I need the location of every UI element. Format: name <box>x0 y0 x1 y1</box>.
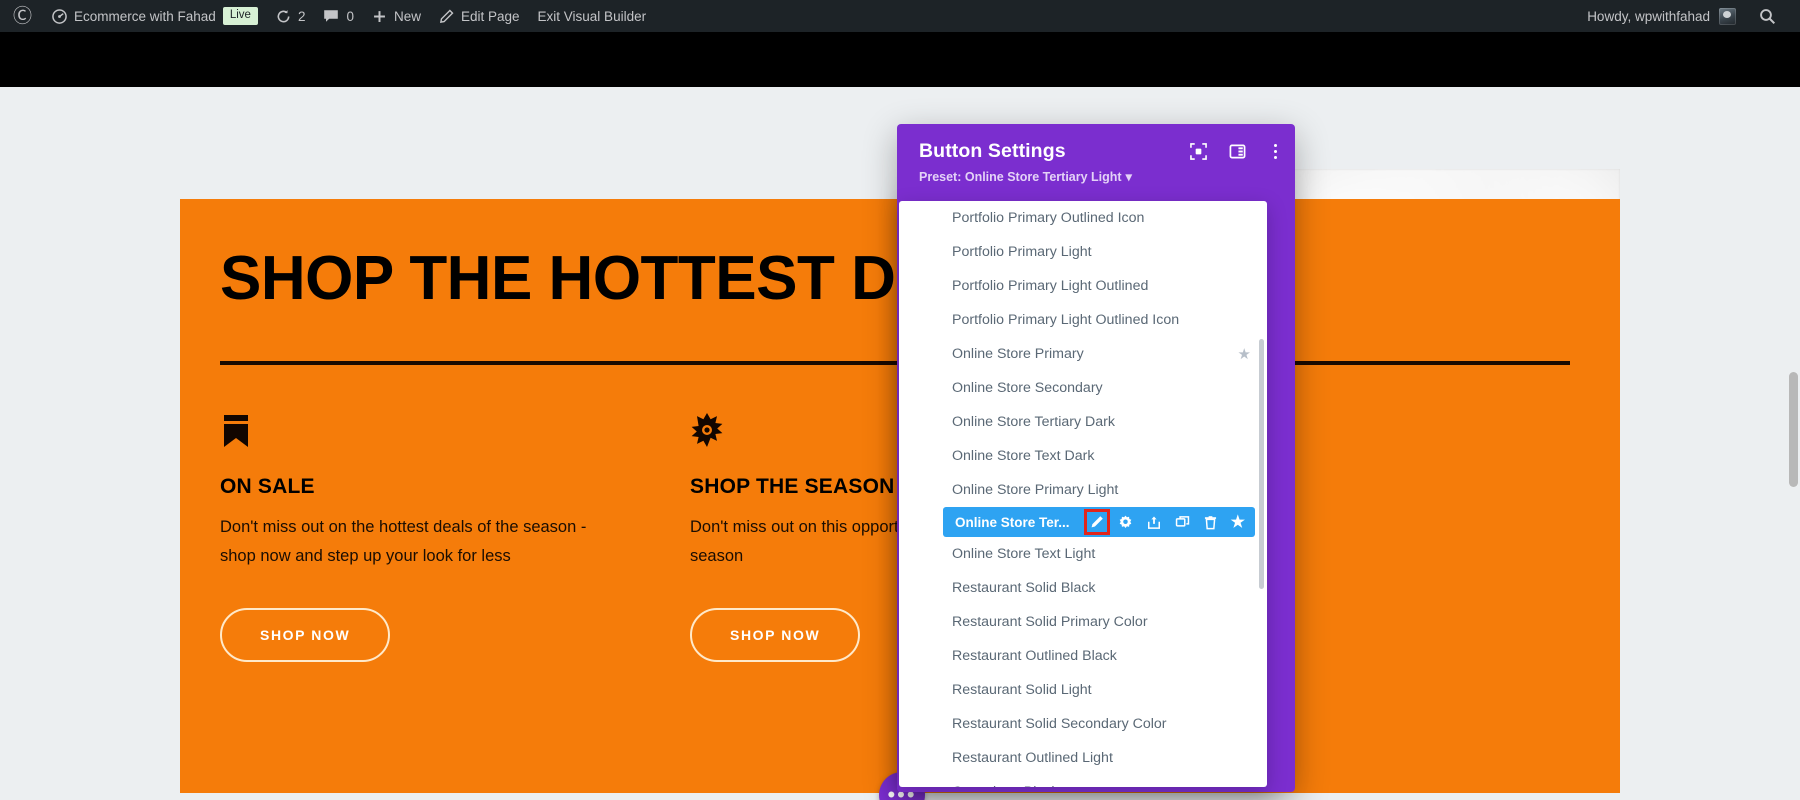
my-account-item[interactable]: Howdy, wpwithfahad <box>1578 0 1745 32</box>
page-top-black-strip <box>0 32 1800 87</box>
preset-item-label: Portfolio Primary Light Outlined Icon <box>952 312 1180 328</box>
list-item[interactable]: Online Store Primary Light <box>899 473 1267 507</box>
preset-item-label: Online Store Primary <box>952 346 1084 362</box>
site-name-item[interactable]: Ecommerce with Fahad Live <box>43 0 267 32</box>
list-item[interactable]: Restaurant Outlined Light <box>899 741 1267 775</box>
focus-target-icon[interactable] <box>1190 143 1207 160</box>
list-item[interactable]: Restaurant Solid Secondary Color <box>899 707 1267 741</box>
updates-icon <box>276 9 291 24</box>
panel-layout-icon[interactable] <box>1229 143 1246 160</box>
preset-item-label: Restaurant Solid Black <box>952 580 1096 596</box>
pencil-icon <box>439 9 454 24</box>
live-badge: Live <box>222 7 258 25</box>
modal-header: Button Settings Preset: Online Store Ter… <box>897 124 1295 206</box>
list-item[interactable]: Portfolio Primary Light <box>899 235 1267 269</box>
preset-selector[interactable]: Preset: Online Store Tertiary Light ▾ <box>919 169 1281 185</box>
bookmark-icon <box>220 413 640 457</box>
preset-item-label: Portfolio Primary Outlined Icon <box>952 210 1145 226</box>
avatar <box>1719 7 1736 25</box>
plus-icon <box>372 9 387 24</box>
wp-admin-bar: Ⓒ Ecommerce with Fahad Live 2 0 New Edit… <box>0 0 1800 32</box>
preset-item-label: Online Store Text Light <box>952 546 1096 562</box>
page-viewport: Shop the hottest deals On Sale Do <box>0 32 1800 800</box>
screen-root: Ⓒ Ecommerce with Fahad Live 2 0 New Edit… <box>0 0 1800 800</box>
preset-item-actions: ★ <box>1083 509 1245 535</box>
preset-item-label: Consultant Black <box>952 784 1058 787</box>
preset-item-label: Restaurant Outlined Light <box>952 750 1113 766</box>
list-item[interactable]: Restaurant Solid Black <box>899 571 1267 605</box>
modal-header-actions <box>1190 142 1283 161</box>
edit-page-item[interactable]: Edit Page <box>430 0 529 32</box>
howdy-label: Howdy, wpwithfahad <box>1587 8 1710 24</box>
admin-bar-right: Howdy, wpwithfahad <box>1578 0 1800 32</box>
preset-dropdown-list: Portfolio Primary Outlined Icon Portfoli… <box>899 201 1267 787</box>
list-item[interactable]: Consultant Black <box>899 775 1267 787</box>
delete-trash-icon[interactable] <box>1204 515 1217 530</box>
feature-description: Don't miss out on the hottest deals of t… <box>220 517 587 566</box>
feature-column-on-sale: On Sale Don't miss out on the hottest de… <box>220 413 690 662</box>
list-item[interactable]: Online Store Tertiary Dark <box>899 405 1267 439</box>
list-item-selected[interactable]: Online Store Ter... ★ <box>943 507 1255 537</box>
preset-item-label: Online Store Primary Light <box>952 482 1119 498</box>
shop-now-button[interactable]: Shop Now <box>690 607 861 662</box>
list-item[interactable]: Portfolio Primary Outlined Icon <box>899 201 1267 235</box>
shop-now-button[interactable]: Shop Now <box>220 607 391 662</box>
comment-icon <box>323 9 339 24</box>
exit-visual-builder-label: Exit Visual Builder <box>537 8 647 24</box>
wordpress-logo-icon[interactable]: Ⓒ <box>0 7 43 26</box>
chevron-down-icon: ▾ <box>1125 170 1132 184</box>
feature-columns: On Sale Don't miss out on the hottest de… <box>220 412 1560 662</box>
list-item[interactable]: Online Store Text Light <box>899 537 1267 571</box>
duplicate-icon[interactable] <box>1175 515 1190 529</box>
preset-label: Preset: Online Store Tertiary Light <box>919 169 1122 184</box>
site-name-label: Ecommerce with Fahad <box>74 8 216 24</box>
export-icon[interactable] <box>1147 515 1161 530</box>
favorite-star-icon[interactable]: ★ <box>1238 345 1251 363</box>
list-item[interactable]: Portfolio Primary Light Outlined Icon <box>899 303 1267 337</box>
list-item[interactable]: Restaurant Solid Light <box>899 673 1267 707</box>
preset-item-label: Restaurant Solid Light <box>952 682 1092 698</box>
favorite-star-icon[interactable]: ★ <box>1231 512 1245 532</box>
settings-gear-icon[interactable] <box>1118 515 1133 530</box>
preset-item-label: Online Store Tertiary Dark <box>952 414 1115 430</box>
list-item[interactable]: Online Store Secondary <box>899 371 1267 405</box>
list-item[interactable]: Restaurant Solid Primary Color <box>899 605 1267 639</box>
preset-item-label: Online Store Secondary <box>952 380 1103 396</box>
list-item[interactable]: Online Store Text Dark <box>899 439 1267 473</box>
preset-item-label: Portfolio Primary Light <box>952 244 1092 260</box>
search-icon[interactable] <box>1745 8 1786 25</box>
preset-item-label: Restaurant Outlined Black <box>952 648 1117 664</box>
updates-item[interactable]: 2 <box>267 0 315 32</box>
feature-title: On Sale <box>220 474 315 498</box>
comments-item[interactable]: 0 <box>314 0 363 32</box>
preset-item-label: Online Store Text Dark <box>952 448 1095 464</box>
exit-visual-builder-item[interactable]: Exit Visual Builder <box>529 0 656 32</box>
updates-count: 2 <box>297 8 306 24</box>
rename-pencil-icon[interactable] <box>1083 509 1110 535</box>
preset-item-label: Online Store Ter... <box>955 514 1070 530</box>
preset-dropdown-scrollbar[interactable] <box>1259 339 1264 589</box>
new-content-label: New <box>393 8 421 24</box>
dashboard-icon <box>52 8 67 24</box>
preset-item-label: Restaurant Solid Primary Color <box>952 614 1148 630</box>
kebab-menu-icon[interactable] <box>1268 142 1283 161</box>
comments-count: 0 <box>346 8 354 24</box>
list-item[interactable]: Portfolio Primary Light Outlined <box>899 269 1267 303</box>
preset-item-label: Portfolio Primary Light Outlined <box>952 278 1149 294</box>
preset-dropdown-scrollarea: Portfolio Primary Outlined Icon Portfoli… <box>899 201 1267 787</box>
button-settings-modal: Button Settings Preset: Online Store Ter… <box>897 124 1295 792</box>
preset-item-label: Restaurant Solid Secondary Color <box>952 716 1167 732</box>
new-content-item[interactable]: New <box>363 0 430 32</box>
hero-divider <box>220 360 1570 365</box>
list-item[interactable]: Online Store Primary ★ <box>899 337 1267 371</box>
edit-page-label: Edit Page <box>460 8 520 24</box>
list-item[interactable]: Restaurant Outlined Black <box>899 639 1267 673</box>
page-scrollbar[interactable] <box>1789 372 1798 487</box>
admin-bar-left: Ⓒ Ecommerce with Fahad Live 2 0 New Edit… <box>0 0 655 32</box>
